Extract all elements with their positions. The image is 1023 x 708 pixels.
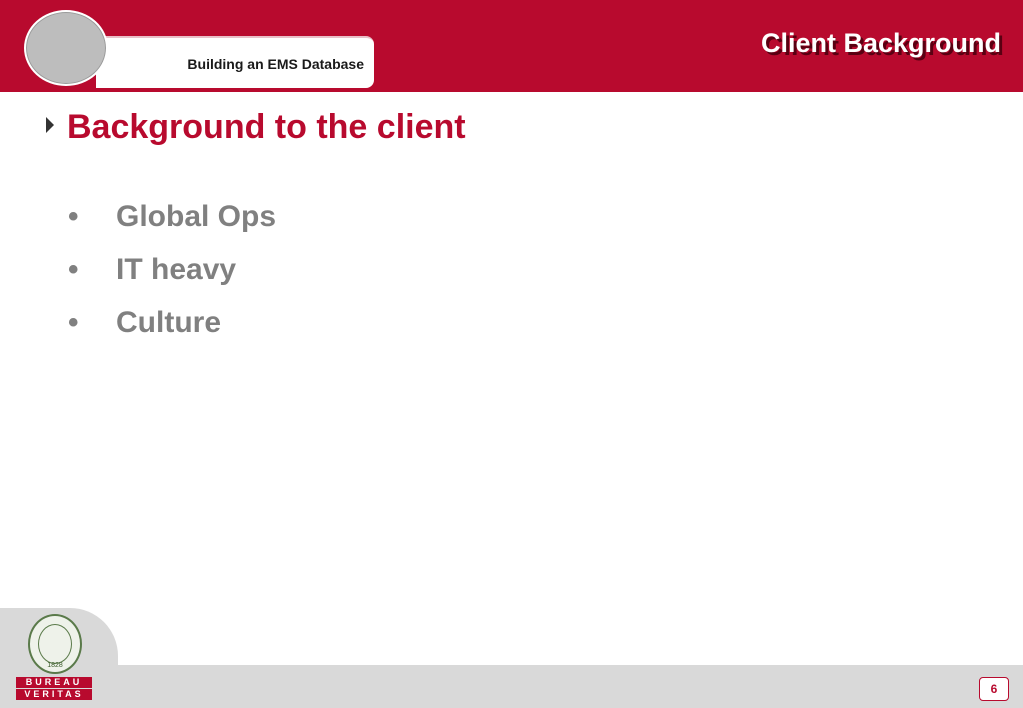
emblem-inner-ring (38, 624, 72, 664)
sub-bullet-text: IT heavy (116, 253, 237, 286)
bullet-dot-icon: • (68, 200, 79, 233)
logo-word-bureau: BUREAU (16, 677, 92, 688)
bullet-dot-icon: • (68, 306, 79, 339)
sub-bullet-text: Culture (116, 306, 221, 339)
bureau-veritas-emblem-icon: 1828 (28, 614, 82, 674)
page-number: 6 (979, 677, 1009, 701)
sub-bullet-text: Global Ops (116, 200, 277, 233)
header-circle-decoration (24, 10, 108, 86)
subtitle-tab: Building an EMS Database (96, 36, 374, 88)
main-bullet-text: Background to the client (67, 108, 466, 146)
triangle-bullet-icon (46, 117, 54, 133)
slide-title: Client Background (760, 28, 1001, 58)
logo-year: 1828 (47, 662, 63, 669)
bullet-dot-icon: • (68, 253, 79, 286)
logo-word-veritas: VERITAS (16, 689, 92, 700)
presentation-subtitle: Building an EMS Database (187, 56, 364, 72)
footer-bar (0, 665, 1023, 708)
